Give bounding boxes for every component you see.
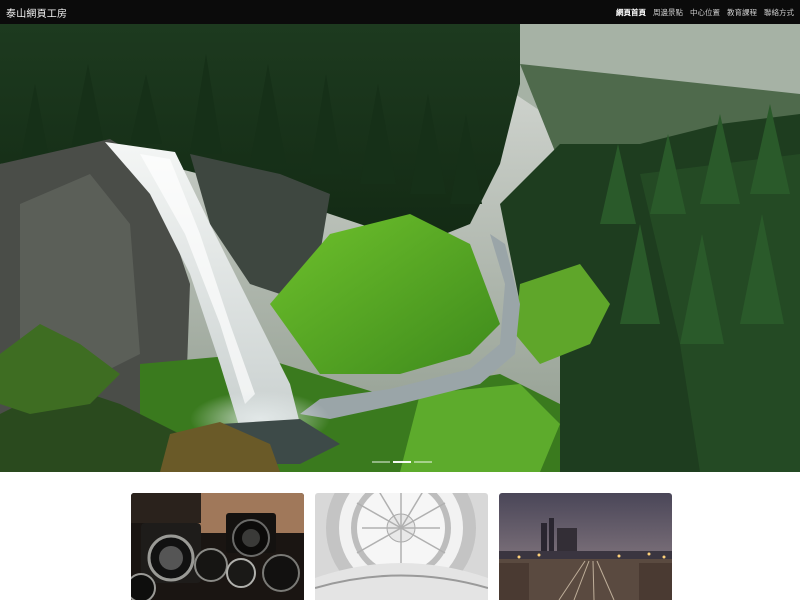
vintage-cameras-photo	[131, 493, 304, 600]
thumbnail-cameras[interactable]	[131, 493, 304, 600]
carousel-indicator-2[interactable]	[393, 461, 411, 463]
nav-item-location[interactable]: 中心位置	[690, 7, 720, 18]
top-navbar: 泰山網頁工房 網頁首頁 周邊景點 中心位置 教育課程 聯絡方式	[0, 0, 800, 24]
waterfall-forest-photo	[0, 24, 800, 472]
nav-item-contact[interactable]: 聯絡方式	[764, 7, 794, 18]
glass-dome-ceiling-photo	[315, 493, 488, 600]
nav-item-attractions[interactable]: 周邊景點	[653, 7, 683, 18]
carousel-indicators	[372, 461, 432, 463]
hero-carousel[interactable]	[0, 24, 800, 472]
thumbnail-railway[interactable]	[499, 493, 672, 600]
nav-item-courses[interactable]: 教育課程	[727, 7, 757, 18]
nav-item-home[interactable]: 網頁首頁	[616, 7, 646, 18]
main-nav: 網頁首頁 周邊景點 中心位置 教育課程 聯絡方式	[616, 7, 794, 18]
carousel-indicator-3[interactable]	[414, 461, 432, 463]
thumbnail-gallery	[131, 493, 672, 600]
site-brand[interactable]: 泰山網頁工房	[6, 5, 67, 20]
thumbnail-dome[interactable]	[315, 493, 488, 600]
railway-city-night-photo	[499, 493, 672, 600]
carousel-indicator-1[interactable]	[372, 461, 390, 463]
